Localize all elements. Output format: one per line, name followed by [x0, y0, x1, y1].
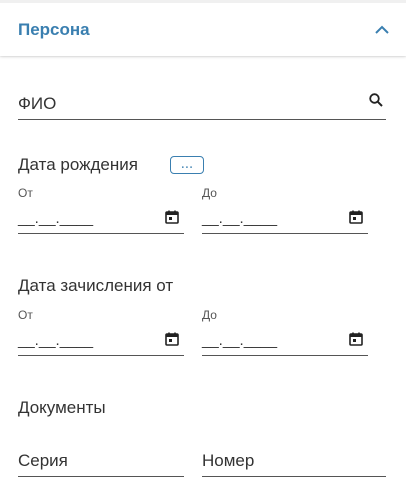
date-mask: __.__.____: [202, 332, 278, 349]
birth-date-from-label: От: [18, 186, 33, 200]
calendar-icon[interactable]: [164, 209, 180, 225]
date-mask: __.__.____: [18, 332, 94, 349]
calendar-icon[interactable]: [348, 209, 364, 225]
enrollment-date-from-label: От: [18, 308, 33, 322]
chevron-up-icon[interactable]: [372, 20, 392, 40]
document-number-label: Номер: [202, 451, 255, 470]
enrollment-date-to-label: До: [202, 308, 217, 322]
fio-field[interactable]: ФИО: [18, 86, 386, 120]
enrollment-date-title: Дата зачисления от: [18, 276, 174, 295]
date-mask: __.__.____: [202, 210, 278, 227]
birth-date-to-input[interactable]: __.__.____: [202, 206, 368, 234]
birth-date-more-button[interactable]: ...: [170, 156, 204, 174]
section-header[interactable]: Персона: [0, 0, 406, 56]
fio-label: ФИО: [18, 94, 57, 113]
birth-date-to-label: До: [202, 186, 217, 200]
birth-date-from-input[interactable]: __.__.____: [18, 206, 184, 234]
birth-date-title: Дата рождения: [18, 155, 138, 174]
documents-title: Документы: [18, 398, 106, 417]
enrollment-date-to-input[interactable]: __.__.____: [202, 328, 368, 356]
search-icon[interactable]: [368, 92, 384, 108]
document-number-input[interactable]: Номер: [202, 443, 386, 477]
enrollment-date-from-input[interactable]: __.__.____: [18, 328, 184, 356]
document-series-label: Серия: [18, 451, 68, 470]
date-mask: __.__.____: [18, 210, 94, 227]
calendar-icon[interactable]: [164, 331, 180, 347]
section-title: Персона: [18, 20, 90, 39]
document-series-input[interactable]: Серия: [18, 443, 184, 477]
calendar-icon[interactable]: [348, 331, 364, 347]
